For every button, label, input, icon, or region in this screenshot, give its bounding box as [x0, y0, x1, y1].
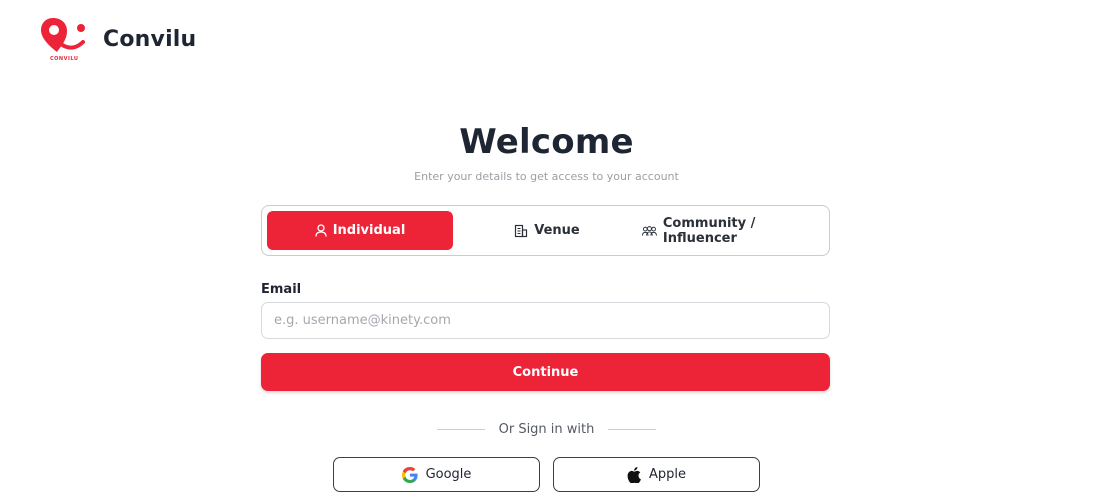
email-label: Email [261, 282, 302, 297]
tab-community-label: Community / Influencer [662, 215, 756, 246]
person-icon [315, 224, 327, 237]
brand-name: Convilu [103, 26, 197, 52]
email-field[interactable] [261, 302, 830, 339]
google-label: Google [425, 467, 472, 482]
tab-venue-label: Venue [534, 223, 580, 238]
continue-button[interactable]: Continue [261, 353, 830, 391]
divider-line-right [608, 429, 657, 430]
page-subtitle: Enter your details to get access to your… [414, 170, 679, 183]
account-type-tabs: Individual Venue Community / Influencer [261, 205, 830, 256]
tab-venue[interactable]: Venue [482, 211, 612, 250]
divider-line-left [436, 429, 485, 430]
convilu-logo-icon: CONVILU [39, 16, 87, 62]
tab-individual-label: Individual [332, 223, 406, 238]
logo-wordmark: CONVILU [50, 56, 79, 62]
brand-logo[interactable]: CONVILU Convilu [39, 16, 196, 62]
tab-individual[interactable]: Individual [267, 211, 453, 250]
apple-icon [627, 466, 641, 483]
google-icon [401, 466, 418, 483]
divider-text: Or Sign in with [498, 422, 595, 437]
group-icon [642, 225, 657, 236]
apple-label: Apple [648, 467, 686, 482]
page-title: Welcome [459, 122, 634, 162]
google-sign-in-button[interactable]: Google [333, 457, 540, 492]
sign-in-divider: Or Sign in with [0, 422, 1093, 437]
building-icon [515, 224, 528, 237]
tab-community-influencer[interactable]: Community / Influencer [642, 211, 822, 250]
apple-sign-in-button[interactable]: Apple [553, 457, 760, 492]
